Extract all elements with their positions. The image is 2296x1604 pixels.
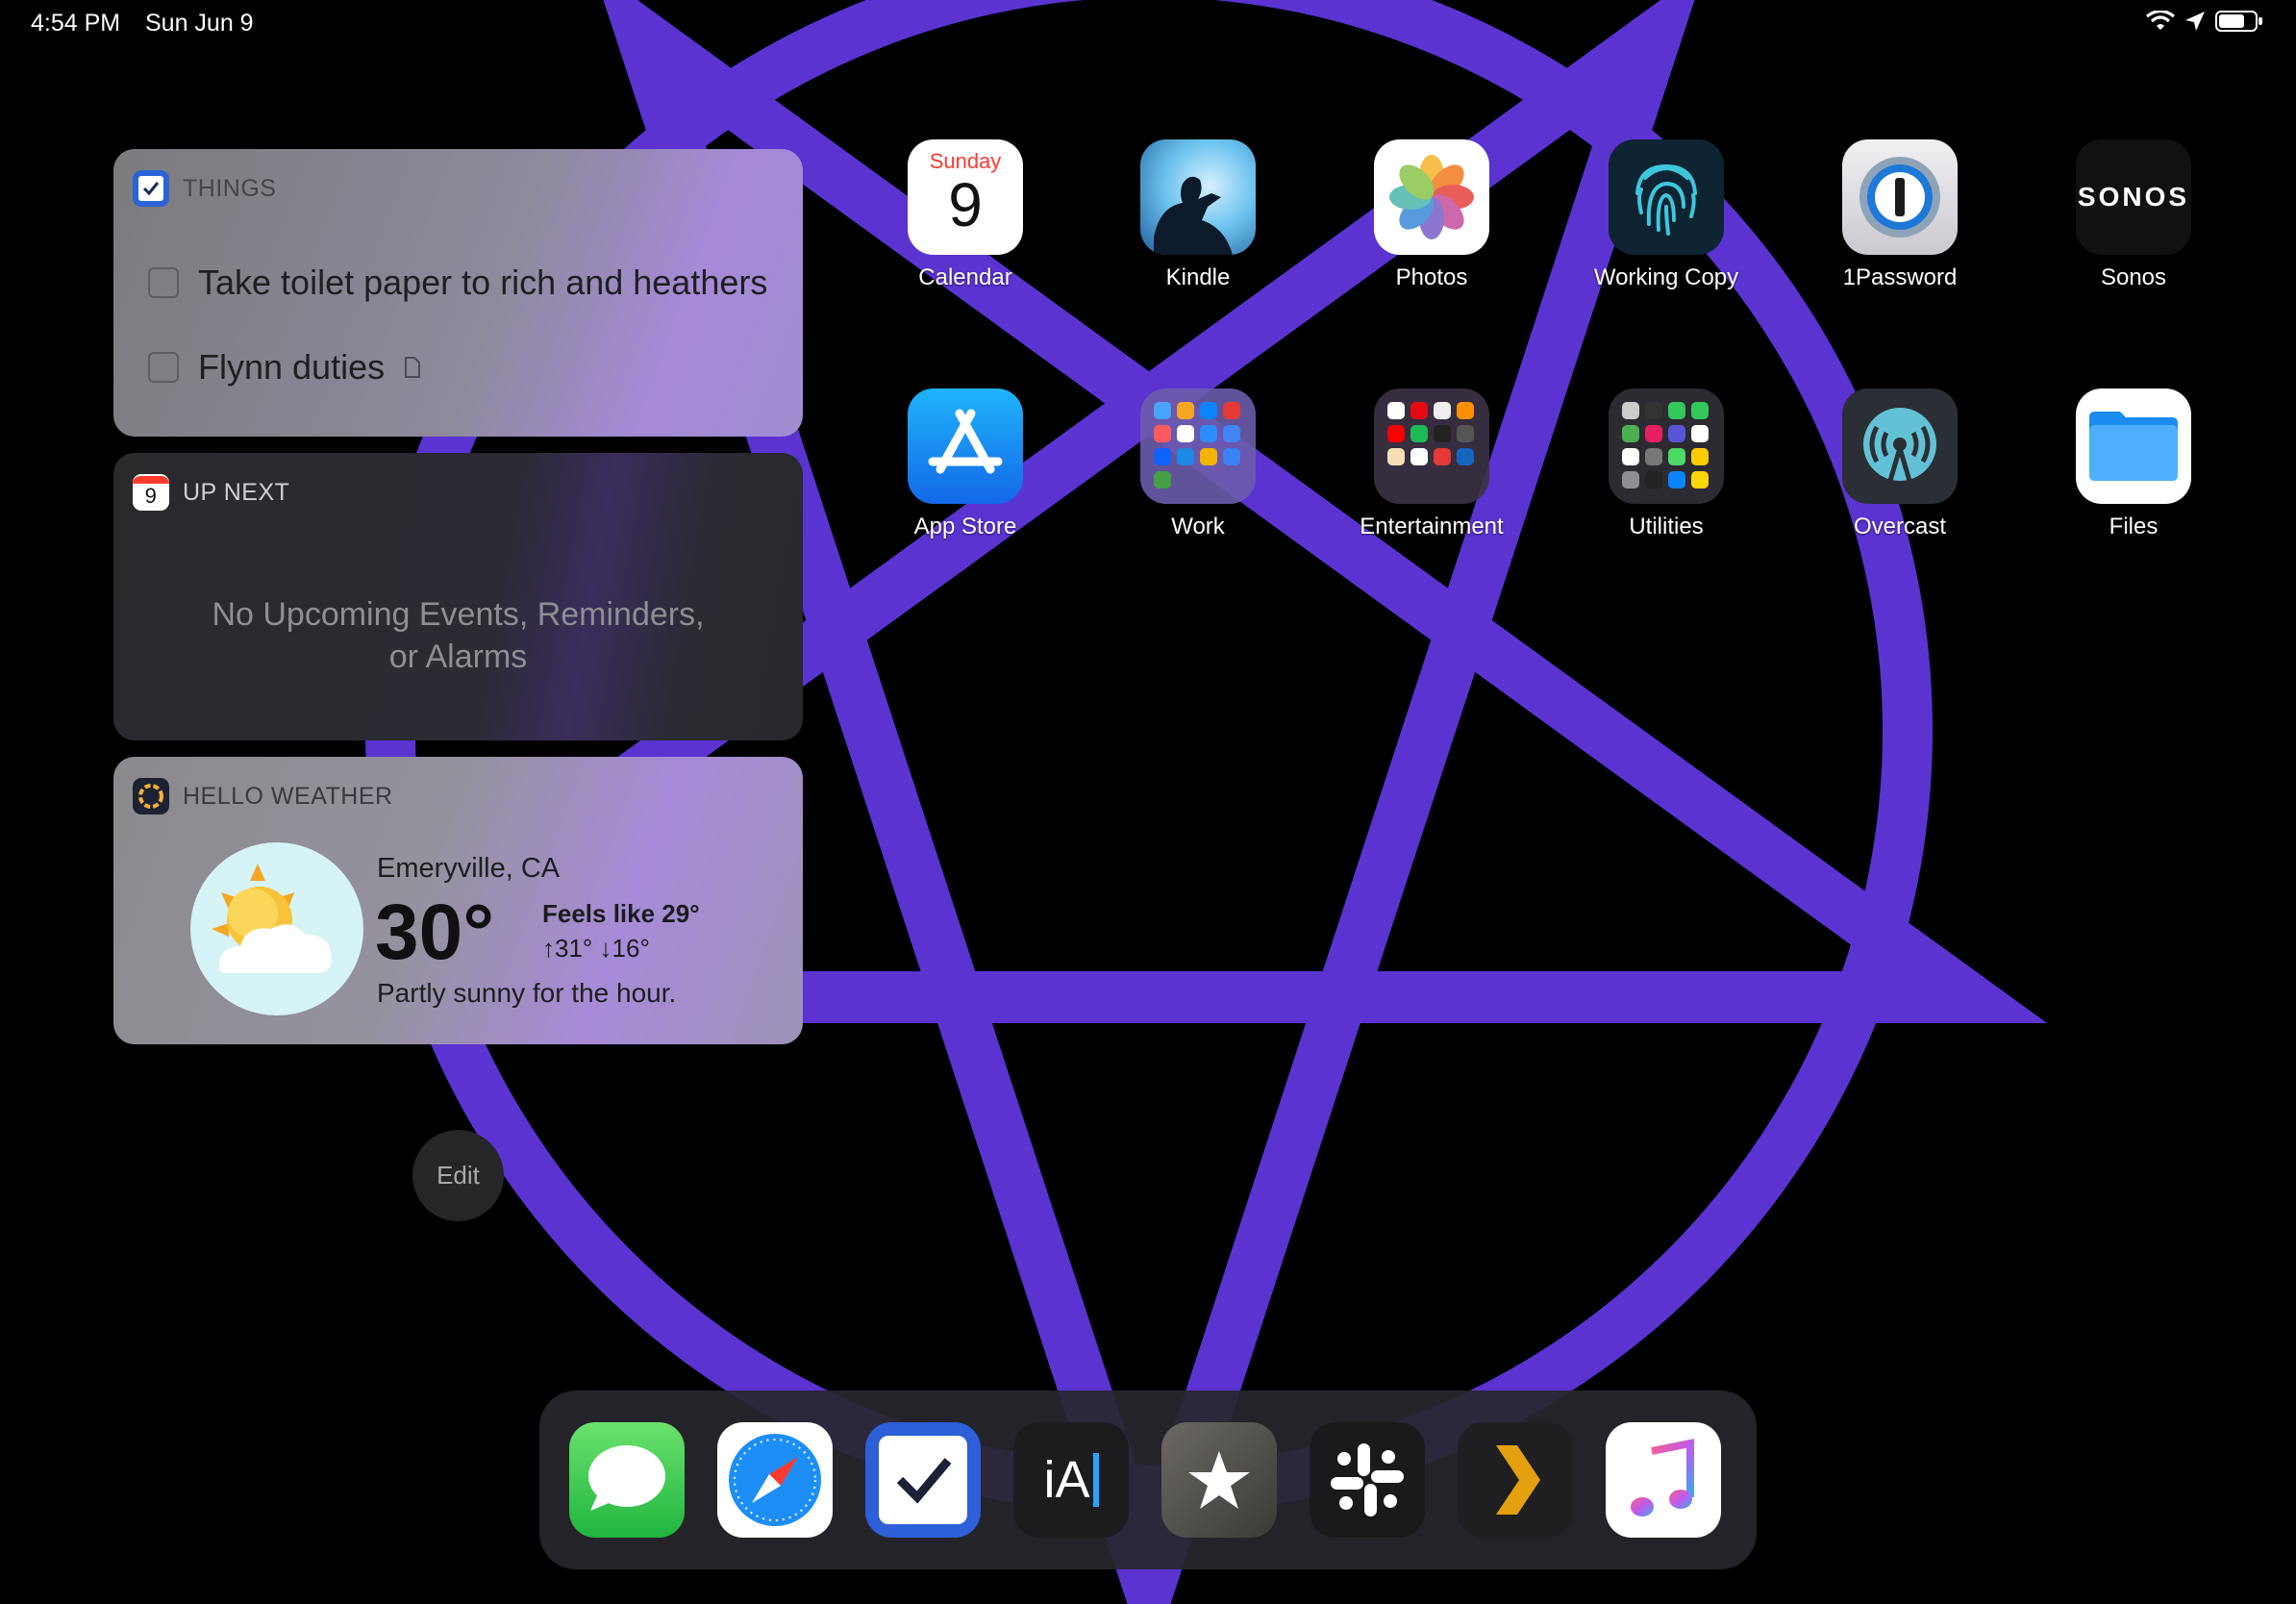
reeder-icon — [1161, 1422, 1277, 1538]
kindle-icon — [1140, 139, 1256, 255]
ia-writer-icon: iA — [1013, 1422, 1129, 1538]
dock-safari[interactable] — [716, 1422, 834, 1538]
app-working-copy[interactable]: Working Copy — [1570, 139, 1762, 291]
app-label: Working Copy — [1593, 264, 1739, 290]
status-time: 4:54 PM — [31, 10, 121, 37]
dock-reeder[interactable] — [1160, 1422, 1278, 1538]
up-next-title: UP NEXT — [183, 478, 290, 506]
dock-ia-writer[interactable]: iA — [1012, 1422, 1130, 1538]
hello-weather-widget[interactable]: HELLO WEATHER Emeryville, CA 30° Feels l… — [113, 757, 803, 1044]
photos-icon — [1374, 139, 1489, 255]
plex-icon — [1458, 1422, 1573, 1538]
app-label: Utilities — [1629, 514, 1704, 539]
calendar-mini-day: 9 — [144, 484, 158, 508]
empty-line-2: or Alarms — [388, 639, 528, 675]
wifi-icon — [2146, 11, 2175, 30]
folder-icon — [1609, 388, 1724, 504]
app-label: App Store — [913, 514, 1017, 539]
app-kindle[interactable]: Kindle — [1102, 139, 1294, 291]
dock-messages[interactable] — [568, 1422, 686, 1538]
app-label: Photos — [1395, 264, 1468, 290]
overcast-icon — [1842, 388, 1958, 504]
weather-title: HELLO WEATHER — [183, 782, 393, 810]
calendar-day-number: 9 — [948, 170, 983, 239]
app-files[interactable]: Files — [2037, 388, 2230, 540]
things-widget[interactable]: THINGS Take toilet paper to rich and hea… — [113, 149, 803, 437]
app-label: Files — [2109, 514, 2159, 539]
sonos-wordmark: SONOS — [2077, 182, 2190, 212]
todo-item[interactable]: Flynn duties — [148, 347, 421, 388]
app-app-store[interactable]: App Store — [869, 388, 1061, 540]
folder-icon — [1374, 388, 1489, 504]
todo-checkbox[interactable] — [148, 352, 179, 383]
calendar-mini-icon: 9 — [133, 474, 169, 511]
status-date: Sun Jun 9 — [145, 10, 254, 37]
app-label: Kindle — [1165, 264, 1231, 290]
todo-checkbox[interactable] — [148, 267, 179, 298]
messages-icon — [569, 1422, 685, 1538]
todo-text: Take toilet paper to rich and heathers — [198, 263, 768, 302]
dock-music[interactable] — [1605, 1422, 1722, 1538]
app-label: Calendar — [918, 264, 1012, 290]
up-next-widget[interactable]: 9 UP NEXT No Upcoming Events, Reminders,… — [113, 453, 803, 740]
dock-plex[interactable] — [1457, 1422, 1574, 1538]
1password-icon — [1842, 139, 1958, 255]
ia-writer-wordmark: iA — [1043, 1451, 1090, 1509]
app-calendar[interactable]: Sunday 9 Calendar — [869, 139, 1061, 291]
weather-city: Emeryville, CA — [377, 853, 561, 884]
battery-icon — [2215, 11, 2262, 32]
folder-utilities[interactable]: Utilities — [1570, 388, 1762, 540]
dock-things[interactable] — [864, 1422, 982, 1538]
dock-slack[interactable] — [1309, 1422, 1426, 1538]
safari-icon — [717, 1422, 833, 1538]
weather-temperature: 30° — [375, 889, 495, 976]
todo-item[interactable]: Take toilet paper to rich and heathers — [148, 263, 767, 303]
edit-widgets-button[interactable]: Edit — [412, 1130, 504, 1221]
app-label: Work — [1171, 514, 1225, 539]
app-1password[interactable]: 1Password — [1804, 139, 1996, 291]
status-bar: 4:54 PM Sun Jun 9 — [0, 0, 2296, 48]
folder-entertainment[interactable]: Entertainment — [1335, 388, 1528, 540]
things-widget-title: THINGS — [183, 174, 277, 202]
working-copy-icon — [1609, 139, 1724, 255]
app-label: Overcast — [1853, 514, 1947, 539]
weather-description: Partly sunny for the hour. — [377, 978, 677, 1008]
folder-work[interactable]: Work — [1102, 388, 1294, 540]
weather-feels-like: Feels like 29° — [542, 899, 700, 928]
folder-icon — [1140, 388, 1256, 504]
music-icon — [1606, 1422, 1721, 1538]
hello-weather-icon — [133, 778, 169, 815]
app-store-icon — [908, 388, 1023, 504]
calendar-icon: Sunday 9 — [908, 139, 1023, 255]
partly-sunny-icon — [190, 842, 363, 1015]
files-icon — [2076, 388, 2191, 504]
up-next-empty-message: No Upcoming Events, Reminders, or Alarms — [113, 593, 803, 678]
things-icon — [865, 1422, 981, 1538]
app-photos[interactable]: Photos — [1335, 139, 1528, 291]
empty-line-1: No Upcoming Events, Reminders, — [212, 596, 705, 633]
dock: iA — [539, 1391, 1757, 1569]
things-checkbox-icon — [133, 170, 169, 207]
location-arrow-icon — [2185, 12, 2205, 31]
app-label: Sonos — [2100, 264, 2167, 290]
note-icon — [405, 357, 421, 378]
app-overcast[interactable]: Overcast — [1804, 388, 1996, 540]
app-label: 1Password — [1842, 264, 1958, 290]
slack-icon — [1310, 1422, 1425, 1538]
app-sonos[interactable]: SONOS Sonos — [2037, 139, 2230, 291]
sonos-icon: SONOS — [2076, 139, 2191, 255]
todo-text: Flynn duties — [198, 347, 386, 387]
weather-high-low: ↑31° ↓16° — [542, 934, 650, 963]
app-label: Entertainment — [1360, 514, 1504, 539]
